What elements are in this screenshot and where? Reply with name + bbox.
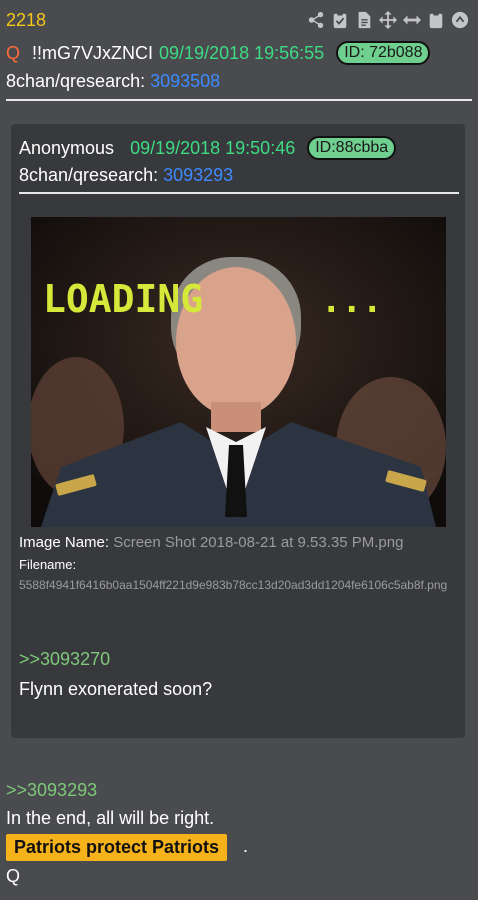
signature: Q — [6, 866, 21, 886]
highlighted-text: Patriots protect Patriots — [6, 834, 228, 861]
image-name-value[interactable]: Screen Shot 2018-08-21 at 9.53.35 PM.png — [113, 534, 403, 551]
post-toolbar — [306, 10, 470, 30]
quoted-divider — [19, 192, 459, 194]
quoted-author: Anonymous — [19, 137, 115, 158]
q-letter: Q — [6, 42, 21, 63]
post-header: Q !!mG7VJxZNCI 09/19/2018 19:56:55 ID: 7… — [6, 41, 431, 65]
image-name-row: Image Name: Screen Shot 2018-08-21 at 9.… — [19, 534, 403, 551]
reply-link[interactable]: >>3093293 — [6, 780, 97, 801]
quoted-board-label: 8chan/qresearch: — [19, 165, 159, 185]
quoted-reply-link[interactable]: >>3093270 — [19, 649, 110, 670]
check-clipboard-icon[interactable] — [330, 10, 350, 30]
quoted-board-link[interactable]: 3093293 — [163, 165, 233, 185]
image-name-label: Image Name: — [19, 534, 110, 551]
move-icon[interactable] — [378, 10, 398, 30]
post-number[interactable]: 2218 — [6, 10, 46, 31]
share-icon[interactable] — [306, 10, 326, 30]
quoted-post: Anonymous 09/19/2018 19:50:46 ID:88cbba … — [11, 124, 465, 738]
reply-line-1: In the end, all will be right. — [6, 808, 215, 828]
quoted-date: 09/19/2018 19:50:46 — [130, 137, 296, 158]
post-board-line: 8chan/qresearch: 3093508 — [6, 71, 220, 92]
scroll-up-icon[interactable] — [450, 10, 470, 30]
filename-label: Filename: — [19, 557, 77, 572]
board-label: 8chan/qresearch: — [6, 71, 146, 91]
document-icon[interactable] — [354, 10, 374, 30]
expand-icon[interactable] — [402, 10, 422, 30]
board-post-link[interactable]: 3093508 — [150, 71, 220, 91]
quoted-message: Flynn exonerated soon? — [19, 679, 213, 699]
quoted-board-line: 8chan/qresearch: 3093293 — [19, 165, 233, 186]
header-divider — [6, 99, 472, 101]
loading-overlay-text: LOADING — [43, 277, 203, 321]
filename-value: 5588f4941f6416b0aa1504ff221d9e983b78cc13… — [19, 578, 448, 592]
quoted-id-badge[interactable]: ID:88cbba — [307, 136, 397, 160]
highlight-period: . — [243, 836, 249, 856]
loading-overlay-dots: ... — [321, 281, 382, 321]
post-date: 09/19/2018 19:56:55 — [159, 42, 325, 63]
post-image[interactable]: LOADING ... — [31, 217, 446, 527]
clipboard-icon[interactable] — [426, 10, 446, 30]
tripcode: !!mG7VJxZNCI — [32, 42, 154, 63]
quoted-header: Anonymous 09/19/2018 19:50:46 ID:88cbba — [19, 136, 397, 160]
poster-id-badge[interactable]: ID: 72b088 — [336, 41, 431, 65]
